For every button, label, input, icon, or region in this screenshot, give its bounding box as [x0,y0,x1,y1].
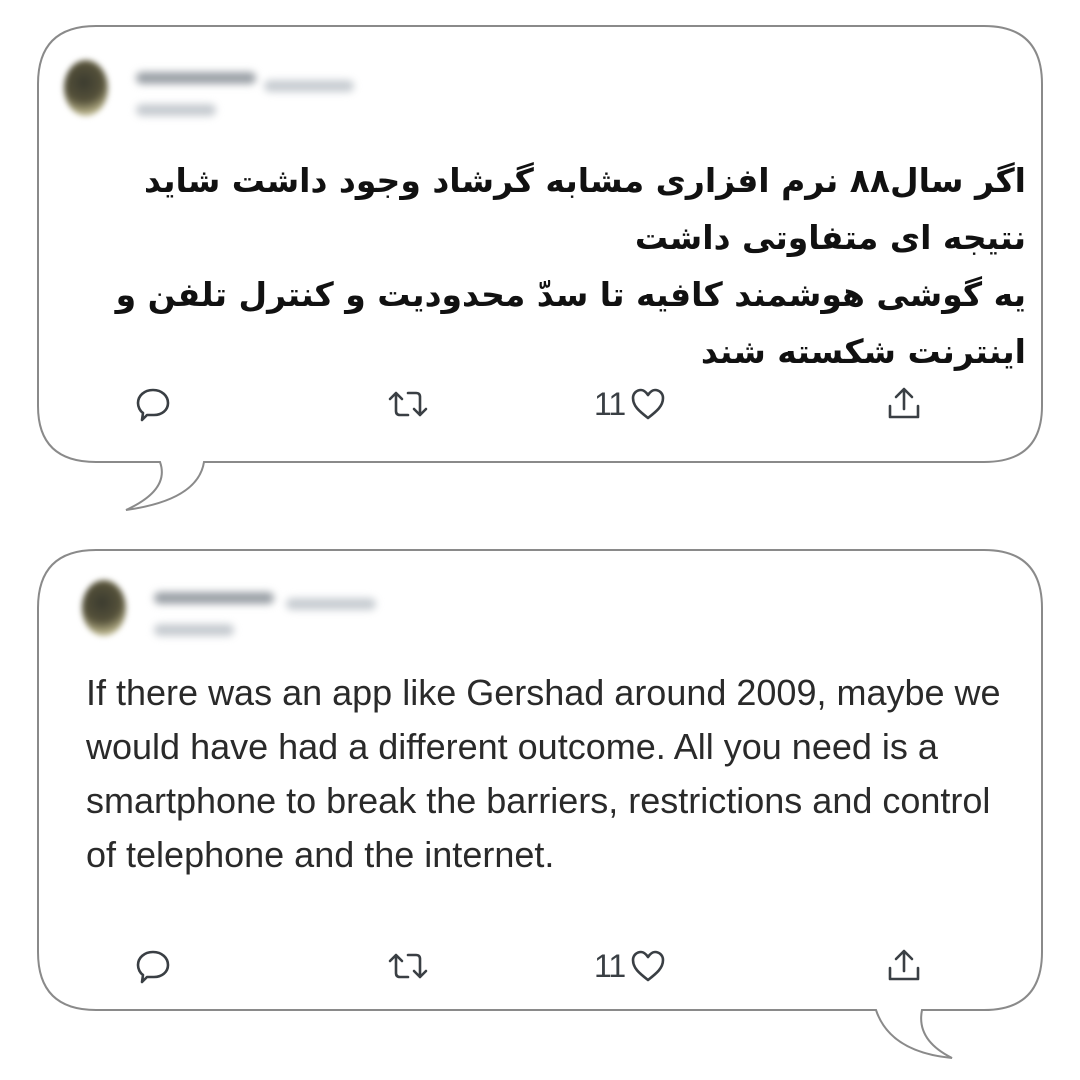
retweet-icon [388,391,428,417]
share-button[interactable] [884,384,924,424]
tweet-card-english: If there was an app like Gershad around … [36,548,1044,1010]
speech-bubble-icon [136,388,170,422]
avatar [64,60,108,116]
like-count: 11 [594,385,626,422]
tweet-card-persian: اگر سال۸۸ نرم افزاری مشابه گرشاد وجود دا… [36,24,1044,464]
heart-icon [631,950,665,982]
retweet-icon [388,953,428,979]
retweet-button[interactable] [386,946,430,986]
tweet-actions: 11 [36,384,1044,424]
speech-bubble-icon [136,950,170,984]
tweet-text-line-2: یه گوشی هوشمند کافیه تا سدّ محدودیت و کن… [115,275,1026,371]
blurred-display-name [154,592,274,604]
tweet-text: If there was an app like Gershad around … [86,672,1001,875]
reply-button[interactable] [134,384,172,424]
like-button[interactable]: 11 [594,384,667,424]
avatar [82,580,126,636]
share-button[interactable] [884,946,924,986]
like-button[interactable]: 11 [594,946,667,986]
heart-icon [631,388,665,420]
tweet-text: اگر سال۸۸ نرم افزاری مشابه گرشاد وجود دا… [60,152,1026,380]
blurred-timestamp [264,80,354,92]
tweet-actions: 11 [36,946,1044,986]
share-upload-icon [888,387,920,419]
blurred-username [154,624,234,636]
share-upload-icon [888,949,920,981]
reply-button[interactable] [134,946,172,986]
like-count: 11 [594,947,626,984]
retweet-button[interactable] [386,384,430,424]
blurred-username [136,104,216,116]
tweet-text-line-1: اگر سال۸۸ نرم افزاری مشابه گرشاد وجود دا… [144,161,1026,257]
blurred-timestamp [286,598,376,610]
blurred-display-name [136,72,256,84]
